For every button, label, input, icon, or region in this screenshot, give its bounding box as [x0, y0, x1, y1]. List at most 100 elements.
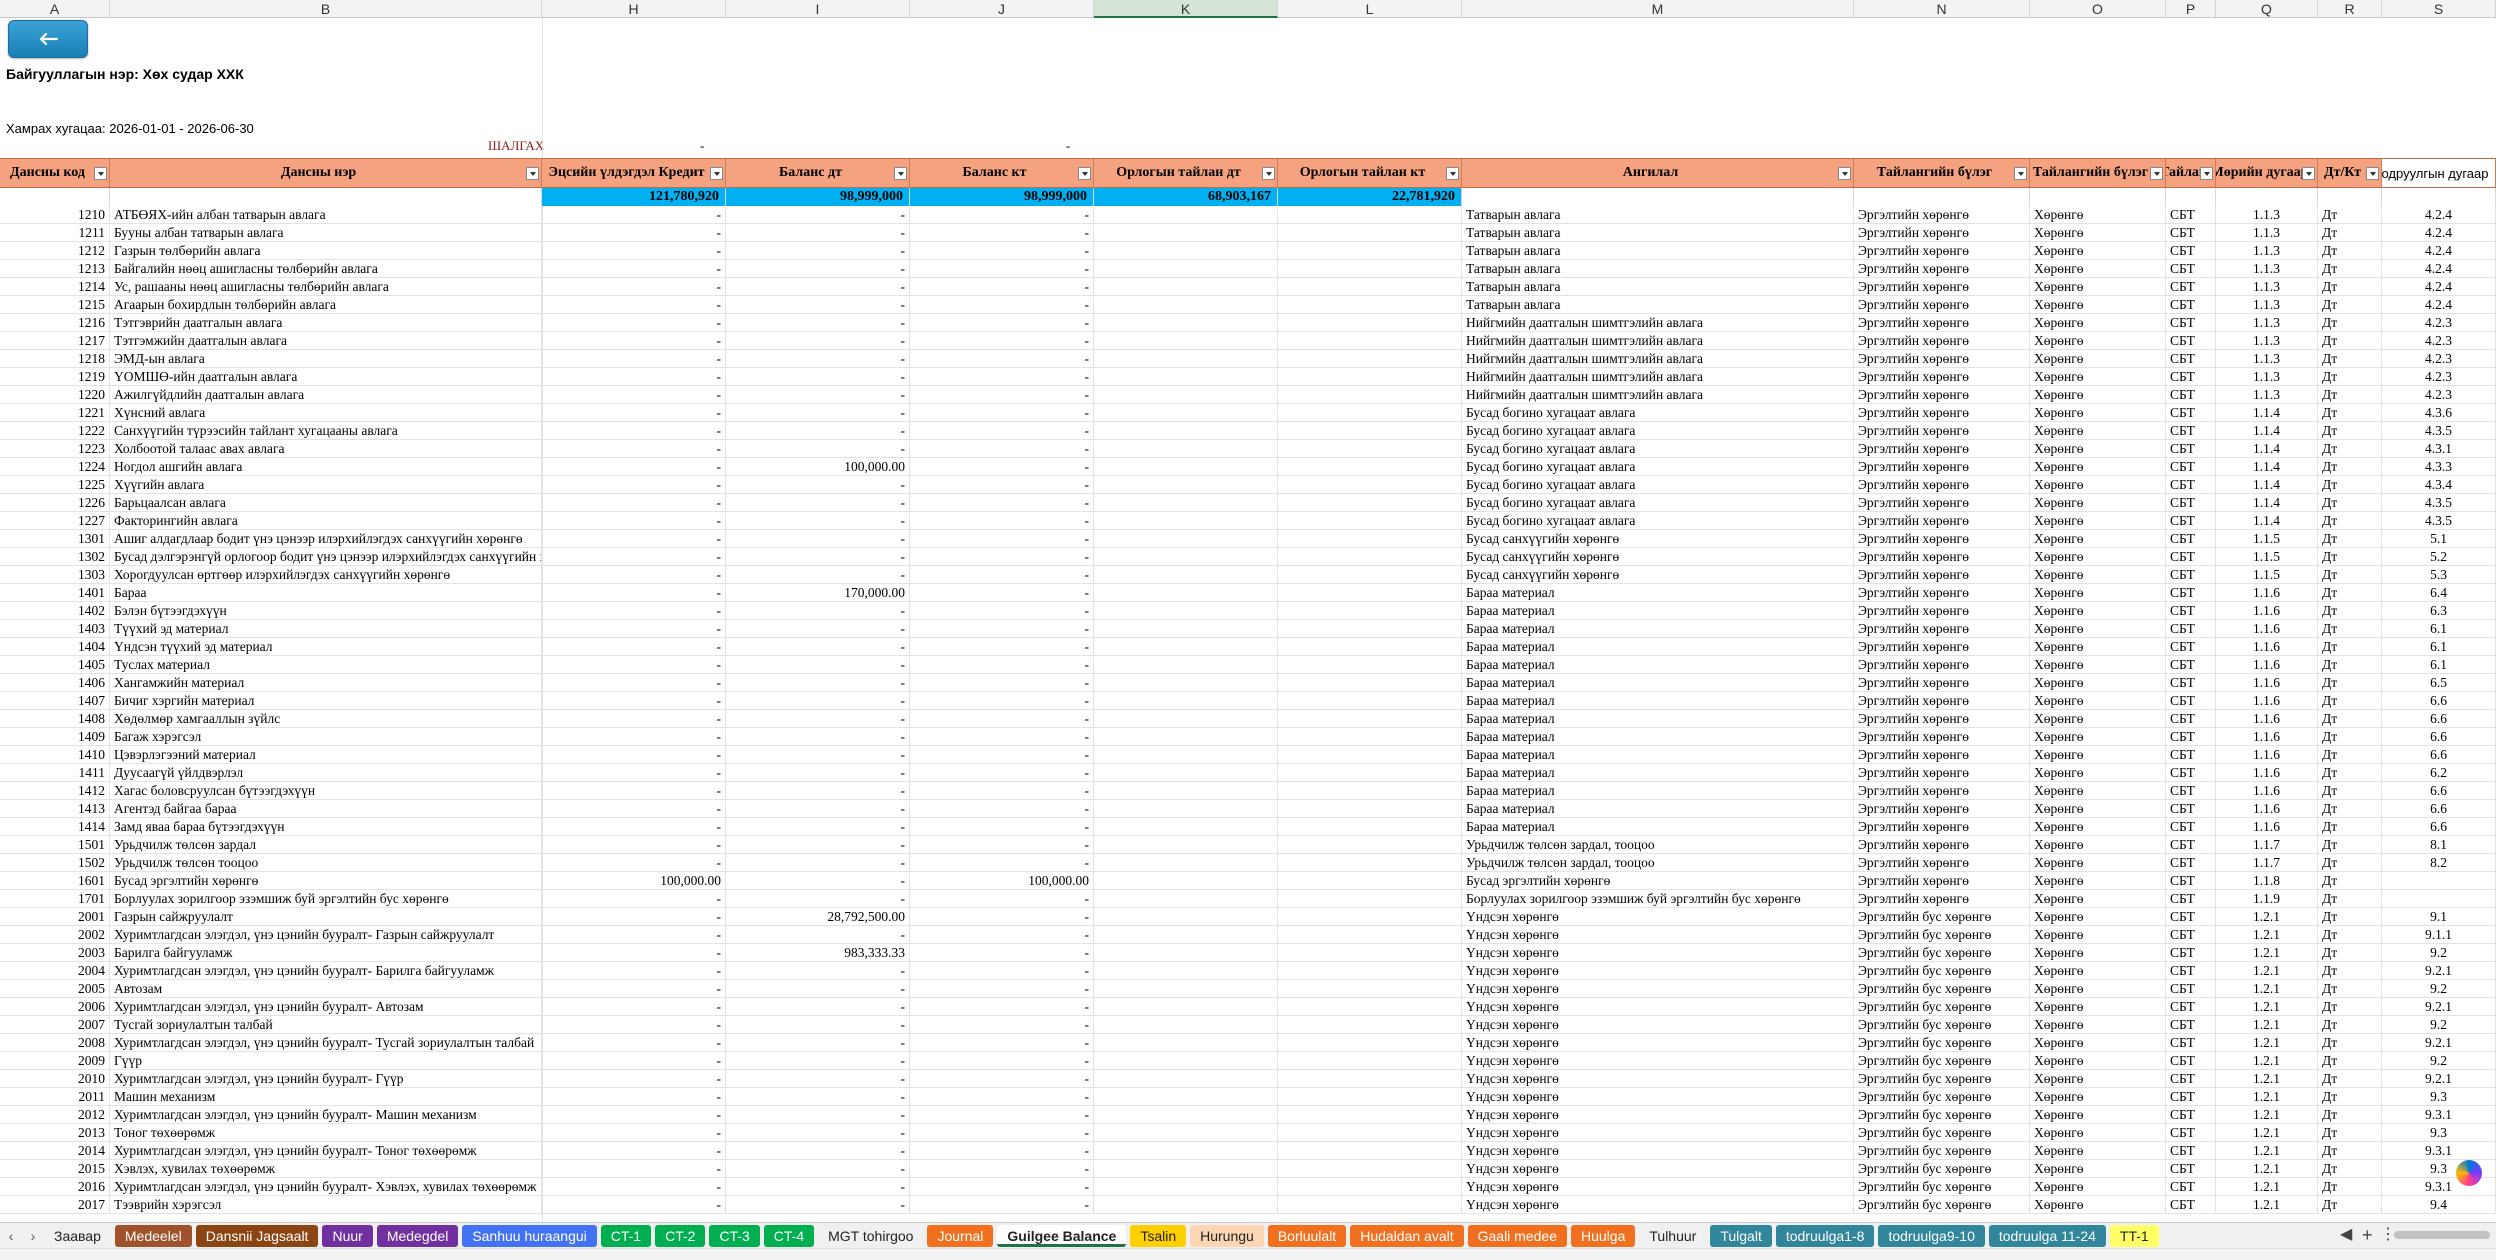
table-cell[interactable]: 9.3 — [2382, 1088, 2496, 1106]
table-cell[interactable]: Ногдол ашгийн авлага — [110, 458, 542, 476]
table-cell[interactable]: 1.1.6 — [2216, 764, 2318, 782]
table-cell[interactable]: Дт — [2318, 890, 2382, 908]
table-cell[interactable] — [1278, 818, 1462, 836]
table-cell[interactable]: 1.1.3 — [2216, 206, 2318, 224]
table-cell[interactable]: Хөрөнгө — [2030, 1160, 2166, 1178]
table-cell[interactable]: - — [910, 224, 1094, 242]
table-cell[interactable]: Хуримтлагдсан элэгдэл, үнэ цэнийн буурал… — [110, 1106, 542, 1124]
total-cell[interactable] — [2216, 188, 2318, 206]
table-cell[interactable]: 9.2.1 — [2382, 1034, 2496, 1052]
table-cell[interactable]: Дт — [2318, 332, 2382, 350]
table-cell[interactable] — [1278, 404, 1462, 422]
table-cell[interactable]: Эргэлтийн хөрөнгө — [1854, 260, 2030, 278]
table-cell[interactable] — [1094, 242, 1278, 260]
table-cell[interactable]: Хөрөнгө — [2030, 584, 2166, 602]
table-cell[interactable]: Эргэлтийн хөрөнгө — [1854, 674, 2030, 692]
table-cell[interactable]: 1227 — [0, 512, 110, 530]
table-cell[interactable]: Хөрөнгө — [2030, 512, 2166, 530]
table-cell[interactable]: Хуримтлагдсан элэгдэл, үнэ цэнийн буурал… — [110, 1142, 542, 1160]
table-cell[interactable]: Дт — [2318, 296, 2382, 314]
table-cell[interactable] — [1094, 584, 1278, 602]
table-cell[interactable] — [1278, 944, 1462, 962]
table-cell[interactable]: Дт — [2318, 1142, 2382, 1160]
table-cell[interactable]: - — [910, 818, 1094, 836]
table-cell[interactable]: 1.1.6 — [2216, 638, 2318, 656]
table-cell[interactable] — [1094, 710, 1278, 728]
table-cell[interactable]: СБТ — [2166, 602, 2216, 620]
table-cell[interactable]: - — [726, 620, 910, 638]
table-cell[interactable]: 4.2.4 — [2382, 260, 2496, 278]
table-cell[interactable]: Нийгмийн даатгалын шимтгэлийн авлага — [1462, 368, 1854, 386]
table-cell[interactable] — [1278, 1160, 1462, 1178]
table-cell[interactable]: - — [726, 260, 910, 278]
table-cell[interactable]: - — [726, 476, 910, 494]
total-cell[interactable]: 98,999,000 — [726, 188, 910, 206]
table-cell[interactable]: - — [726, 728, 910, 746]
table-cell[interactable]: Урьдчилж төлсөн зардал — [110, 836, 542, 854]
sheet-tab[interactable]: Gaali medee — [1467, 1224, 1567, 1247]
filter-dropdown-icon[interactable] — [710, 167, 723, 180]
table-cell[interactable]: Бараа материал — [1462, 800, 1854, 818]
table-cell[interactable]: 4.2.4 — [2382, 206, 2496, 224]
table-cell[interactable]: 1.1.6 — [2216, 602, 2318, 620]
table-cell[interactable]: Хөрөнгө — [2030, 1142, 2166, 1160]
table-cell[interactable]: Бууны албан татварын авлага — [110, 224, 542, 242]
table-cell[interactable] — [1094, 728, 1278, 746]
table-cell[interactable]: - — [726, 980, 910, 998]
table-cell[interactable]: Бараа материал — [1462, 728, 1854, 746]
table-cell[interactable]: Ажилгүйдлийн даатгалын авлага — [110, 386, 542, 404]
table-cell[interactable]: Хөрөнгө — [2030, 440, 2166, 458]
table-cell[interactable]: Хөрөнгө — [2030, 836, 2166, 854]
table-cell[interactable]: 1.1.7 — [2216, 854, 2318, 872]
table-cell[interactable]: Эргэлтийн хөрөнгө — [1854, 872, 2030, 890]
table-cell[interactable]: Үндсэн хөрөнгө — [1462, 1160, 1854, 1178]
table-cell[interactable] — [1094, 404, 1278, 422]
table-cell[interactable] — [1094, 548, 1278, 566]
column-letter-q[interactable]: Q — [2216, 0, 2318, 18]
table-cell[interactable]: Барьцаалсан авлага — [110, 494, 542, 512]
sheet-tab[interactable]: CT-3 — [709, 1224, 760, 1247]
table-cell[interactable]: Үндсэн хөрөнгө — [1462, 926, 1854, 944]
filter-dropdown-icon[interactable] — [2366, 167, 2379, 180]
table-cell[interactable]: Эргэлтийн хөрөнгө — [1854, 548, 2030, 566]
table-cell[interactable]: Дт — [2318, 710, 2382, 728]
table-cell[interactable]: Эргэлтийн хөрөнгө — [1854, 728, 2030, 746]
table-cell[interactable]: СБТ — [2166, 350, 2216, 368]
table-cell[interactable]: Дт — [2318, 584, 2382, 602]
table-cell[interactable]: 1224 — [0, 458, 110, 476]
table-cell[interactable]: - — [910, 674, 1094, 692]
table-cell[interactable]: Хөрөнгө — [2030, 206, 2166, 224]
table-cell[interactable]: - — [542, 692, 726, 710]
table-cell[interactable]: 1.1.3 — [2216, 242, 2318, 260]
table-cell[interactable]: 1219 — [0, 368, 110, 386]
table-cell[interactable]: Эргэлтийн бус хөрөнгө — [1854, 926, 2030, 944]
table-cell[interactable]: 9.3.1 — [2382, 1142, 2496, 1160]
table-cell[interactable]: СБТ — [2166, 494, 2216, 512]
table-cell[interactable]: Дт — [2318, 1124, 2382, 1142]
table-cell[interactable]: Холбоотой талаас авах авлага — [110, 440, 542, 458]
table-cell[interactable]: 1402 — [0, 602, 110, 620]
table-cell[interactable]: 2010 — [0, 1070, 110, 1088]
table-cell[interactable]: - — [542, 746, 726, 764]
table-cell[interactable]: - — [726, 494, 910, 512]
table-cell[interactable]: СБТ — [2166, 404, 2216, 422]
table-cell[interactable]: Хөрөнгө — [2030, 368, 2166, 386]
table-cell[interactable]: Бараа материал — [1462, 764, 1854, 782]
sheet-tab[interactable]: Заавар — [44, 1225, 111, 1247]
table-cell[interactable]: 100,000.00 — [542, 872, 726, 890]
table-cell[interactable]: Цэвэрлэгээний материал — [110, 746, 542, 764]
table-cell[interactable]: 1303 — [0, 566, 110, 584]
table-cell[interactable]: Дт — [2318, 1196, 2382, 1214]
table-cell[interactable]: Үндсэн хөрөнгө — [1462, 1106, 1854, 1124]
table-cell[interactable]: СБТ — [2166, 638, 2216, 656]
table-cell[interactable]: СБТ — [2166, 962, 2216, 980]
table-cell[interactable]: - — [542, 674, 726, 692]
table-cell[interactable]: Үндсэн түүхий эд материал — [110, 638, 542, 656]
table-cell[interactable] — [1094, 818, 1278, 836]
table-cell[interactable]: - — [542, 458, 726, 476]
table-cell[interactable]: Хөдөлмөр хамгааллын зүйлс — [110, 710, 542, 728]
table-cell[interactable]: - — [542, 422, 726, 440]
sheet-tab[interactable]: Sanhuu huraangui — [462, 1224, 597, 1247]
table-cell[interactable]: 6.6 — [2382, 818, 2496, 836]
table-cell[interactable]: - — [542, 476, 726, 494]
